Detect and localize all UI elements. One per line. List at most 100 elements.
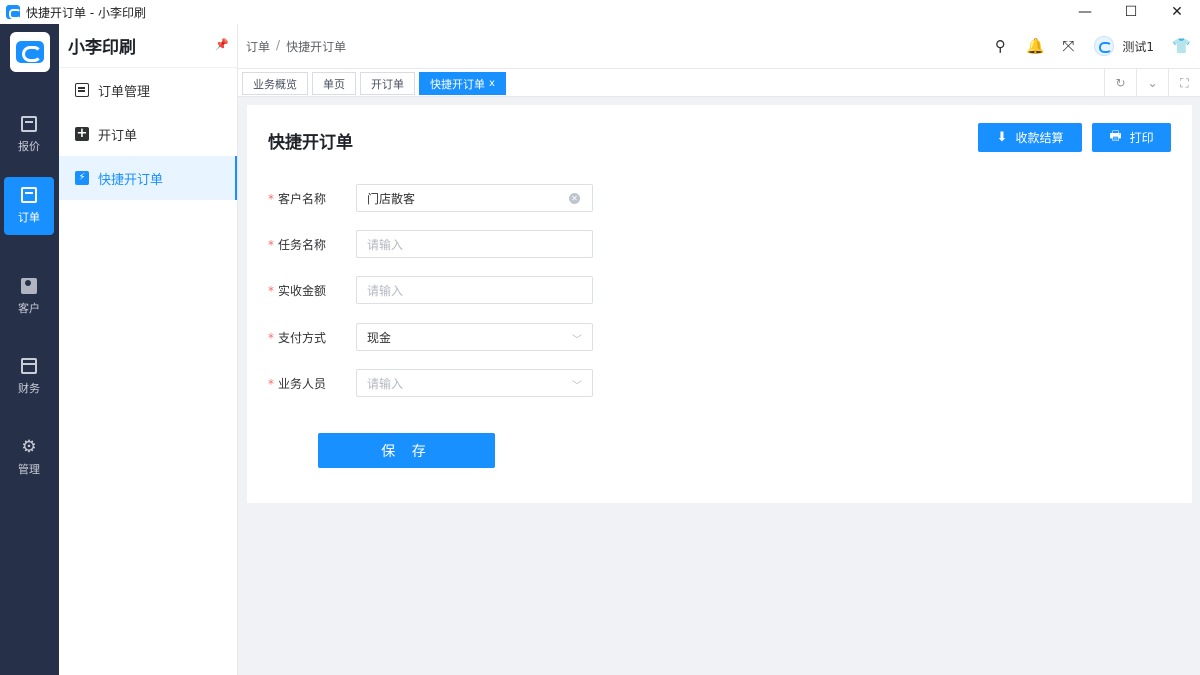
rail-item-label: 订单: [18, 211, 40, 224]
maximize-button[interactable]: ☐: [1108, 0, 1154, 24]
shirt-icon[interactable]: 👕: [1172, 37, 1191, 55]
tab-label: 开订单: [371, 77, 404, 91]
sidebar-item-label: 订单管理: [98, 84, 151, 100]
logo-icon: [16, 41, 44, 63]
content-area: 快捷开订单 ⬇ 收款结算 🖶 打印 * 客户名称 门店散客 ✕ * 任务名称 请输入…: [238, 97, 1200, 675]
tab-label: 单页: [323, 77, 345, 91]
amount-placeholder: 请输入: [367, 283, 404, 298]
required-mark: *: [268, 376, 274, 391]
expand-icon[interactable]: ⛶: [1168, 69, 1200, 97]
required-mark: *: [268, 330, 274, 345]
chevron-down-icon: ﹀: [572, 335, 582, 346]
save-button[interactable]: 保 存: [318, 433, 495, 468]
fullscreen-icon[interactable]: ⤧: [1060, 37, 1076, 55]
calendar-icon: [21, 116, 37, 132]
sidebar-item-label: 开订单: [98, 128, 138, 144]
rail-item-finance[interactable]: 财务: [4, 348, 54, 406]
tab-label: 快捷开订单: [430, 77, 485, 91]
calendar-icon: [21, 187, 37, 203]
tab-tools: ↻ ⌄ ⛶: [1104, 69, 1200, 97]
clear-icon[interactable]: ✕: [569, 193, 580, 204]
bell-icon[interactable]: 🔔: [1026, 37, 1045, 55]
task-name-input[interactable]: 请输入: [356, 230, 593, 258]
settle-button-label: 收款结算: [1015, 131, 1064, 145]
bolt-icon: ⚡: [75, 171, 89, 185]
chevron-down-icon[interactable]: ⌄: [1136, 69, 1168, 97]
settle-button[interactable]: ⬇ 收款结算: [978, 123, 1082, 152]
tab-overview[interactable]: 业务概览: [242, 72, 308, 95]
field-label: * 实收金额: [268, 282, 336, 299]
breadcrumb: 订单 / 快捷开订单: [246, 38, 346, 55]
field-label: * 业务人员: [268, 375, 336, 392]
amount-input[interactable]: 请输入: [356, 276, 593, 304]
rail-item-label: 管理: [18, 463, 40, 476]
form-card: 快捷开订单 ⬇ 收款结算 🖶 打印 * 客户名称 门店散客 ✕ * 任务名称 请输入…: [247, 105, 1192, 503]
user-card-icon: [21, 278, 37, 294]
rail-item-quote[interactable]: 报价: [4, 106, 54, 164]
print-button[interactable]: 🖶 打印: [1092, 123, 1171, 152]
sidebar-item-label: 快捷开订单: [98, 172, 164, 188]
tab-close-icon[interactable]: x: [489, 78, 495, 89]
amount-label: 实收金额: [278, 283, 327, 298]
form-row-salesperson: * 业务人员 请输入 ﹀: [268, 369, 593, 397]
top-header: 订单 / 快捷开订单 ⚲ 🔔 ⤧ 测试1 👕: [238, 24, 1200, 68]
sidebar-menu: 订单管理 + 开订单 ⚡ 快捷开订单: [59, 68, 237, 200]
user-menu[interactable]: 测试1: [1094, 36, 1154, 56]
breadcrumb-item: 快捷开订单: [286, 39, 347, 54]
chevron-down-icon: ﹀: [572, 381, 582, 392]
gear-icon: ⚙: [21, 437, 37, 457]
sidebar: 小李印刷 📌 订单管理 + 开订单 ⚡ 快捷开订单: [59, 24, 238, 675]
task-name-placeholder: 请输入: [367, 237, 404, 252]
nav-rail: 报价 订单 客户 财务 ⚙ 管理: [0, 24, 59, 675]
payment-label: 支付方式: [278, 330, 327, 345]
salesperson-placeholder: 请输入: [367, 376, 404, 391]
tab-quick-order[interactable]: 快捷开订单 x: [419, 72, 506, 95]
window-titlebar: 快捷开订单 - 小李印刷 — ☐ ✕: [0, 0, 1200, 24]
customer-label: 客户名称: [278, 191, 327, 206]
form-row-payment: * 支付方式 现金 ﹀: [268, 323, 593, 351]
salesperson-select[interactable]: 请输入 ﹀: [356, 369, 593, 397]
avatar: [1094, 36, 1115, 56]
tab-single-page[interactable]: 单页: [312, 72, 356, 95]
download-icon: ⬇: [996, 130, 1008, 145]
breadcrumb-separator: /: [276, 37, 281, 52]
tab-label: 业务概览: [253, 77, 297, 91]
card-icon: [21, 358, 37, 374]
tab-new-order[interactable]: 开订单: [360, 72, 415, 95]
tabs-bar: 业务概览 单页 开订单 快捷开订单 x ↻ ⌄ ⛶: [238, 68, 1200, 97]
payment-method-select[interactable]: 现金 ﹀: [356, 323, 593, 351]
field-label: * 支付方式: [268, 329, 336, 346]
app-logo-icon: [6, 5, 21, 19]
sidebar-item-quick-order[interactable]: ⚡ 快捷开订单: [59, 156, 237, 200]
rail-item-order[interactable]: 订单: [4, 177, 54, 235]
document-icon: [75, 83, 89, 97]
customer-name-input[interactable]: 门店散客 ✕: [356, 184, 593, 212]
rail-item-label: 财务: [18, 382, 40, 395]
print-button-label: 打印: [1129, 131, 1154, 145]
rail-item-manage[interactable]: ⚙ 管理: [4, 429, 54, 487]
payment-method-value: 现金: [367, 330, 392, 345]
required-mark: *: [268, 191, 274, 206]
task-label: 任务名称: [278, 237, 327, 252]
header-actions: ⚲ 🔔 ⤧ 测试1 👕: [992, 24, 1191, 68]
sidebar-item-order-manage[interactable]: 订单管理: [59, 68, 237, 112]
page-title: 快捷开订单: [268, 133, 353, 153]
plus-square-icon: +: [75, 126, 89, 141]
printer-icon: 🖶: [1109, 128, 1122, 144]
minimize-button[interactable]: —: [1062, 0, 1108, 24]
tabs: 业务概览 单页 开订单 快捷开订单 x: [242, 72, 506, 95]
rail-item-label: 报价: [18, 140, 40, 153]
field-label: * 任务名称: [268, 236, 336, 253]
customer-name-value: 门店散客: [367, 191, 416, 206]
refresh-icon[interactable]: ↻: [1104, 69, 1136, 97]
required-mark: *: [268, 283, 274, 298]
brand-title: 小李印刷: [59, 24, 237, 68]
sidebar-item-new-order[interactable]: + 开订单: [59, 112, 237, 156]
app-logo: [10, 32, 50, 72]
close-button[interactable]: ✕: [1154, 0, 1200, 24]
search-icon[interactable]: ⚲: [992, 37, 1008, 55]
breadcrumb-item[interactable]: 订单: [246, 38, 270, 55]
pin-icon[interactable]: 📌: [215, 38, 229, 51]
rail-item-customer[interactable]: 客户: [4, 268, 54, 326]
required-mark: *: [268, 237, 274, 252]
